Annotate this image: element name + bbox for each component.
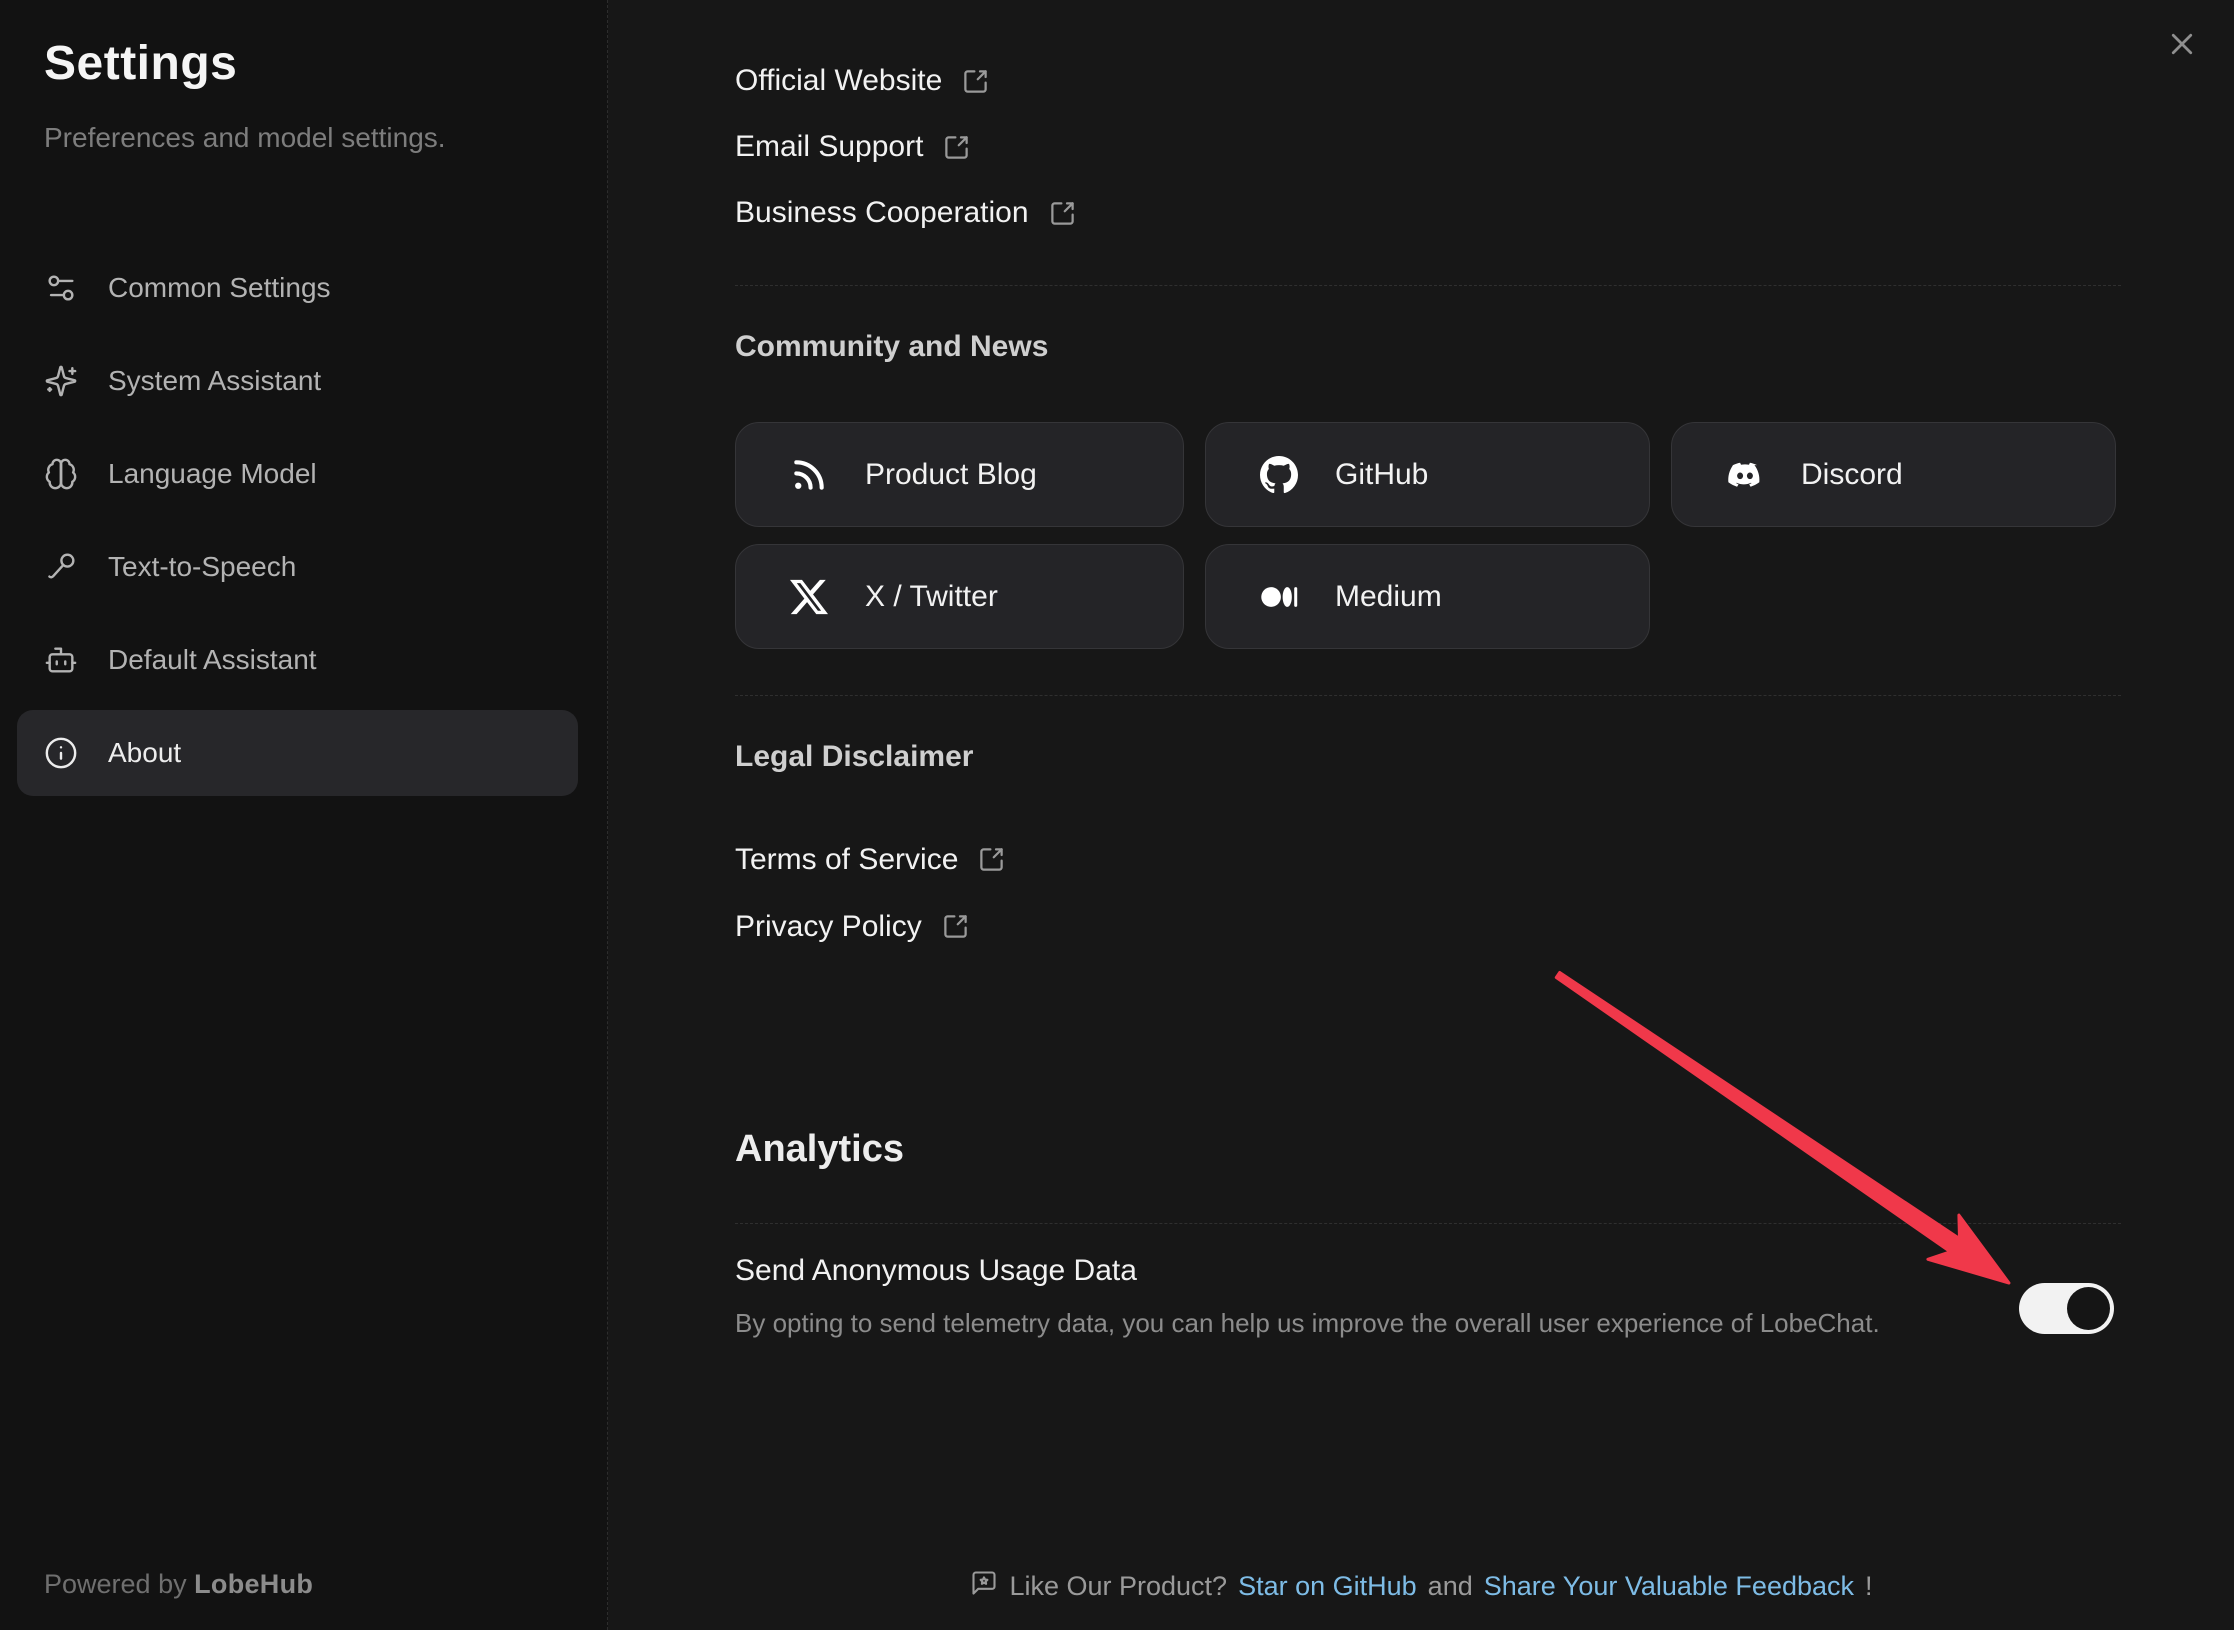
github-button[interactable]: GitHub <box>1205 422 1650 527</box>
sidebar-item-system-assistant[interactable]: System Assistant <box>17 338 578 424</box>
button-label: GitHub <box>1335 458 1428 492</box>
close-icon <box>2167 29 2197 64</box>
sidebar-item-label: Language Model <box>108 458 317 490</box>
footer-text-prefix: Like Our Product? <box>1009 1571 1227 1602</box>
terms-of-service-link[interactable]: Terms of Service <box>735 826 1005 893</box>
x-icon <box>789 577 829 617</box>
divider <box>735 285 2121 286</box>
analytics-heading: Analytics <box>735 1128 904 1171</box>
info-icon <box>44 736 78 770</box>
usage-data-description: By opting to send telemetry data, you ca… <box>735 1308 1880 1339</box>
sidebar-menu: Common Settings System Assistant Languag… <box>17 245 578 796</box>
share-feedback-link[interactable]: Share Your Valuable Feedback <box>1484 1571 1854 1602</box>
divider <box>735 1223 2121 1224</box>
link-label: Business Cooperation <box>735 196 1029 230</box>
sidebar-item-text-to-speech[interactable]: Text-to-Speech <box>17 524 578 610</box>
about-content: Contact Us Official Website Email Suppor… <box>735 0 2121 1630</box>
official-website-link[interactable]: Official Website <box>735 48 1076 114</box>
external-link-icon <box>978 846 1005 873</box>
about-panel: Contact Us Official Website Email Suppor… <box>609 0 2234 1630</box>
external-link-icon <box>1049 200 1076 227</box>
powered-by: Powered by LobeHub <box>44 1569 313 1600</box>
sidebar-item-label: Common Settings <box>108 272 331 304</box>
privacy-policy-link[interactable]: Privacy Policy <box>735 893 1005 960</box>
close-button[interactable] <box>2164 28 2200 64</box>
link-label: Privacy Policy <box>735 910 922 944</box>
button-label: Product Blog <box>865 458 1037 492</box>
page-subtitle: Preferences and model settings. <box>44 122 446 154</box>
sidebar-item-common-settings[interactable]: Common Settings <box>17 245 578 331</box>
footer-text-suffix: ! <box>1865 1571 1873 1602</box>
feedback-footer: Like Our Product? Star on GitHub and Sha… <box>609 1569 2234 1604</box>
discord-icon <box>1725 455 1765 495</box>
medium-button[interactable]: Medium <box>1205 544 1650 649</box>
sidebar-item-default-assistant[interactable]: Default Assistant <box>17 617 578 703</box>
external-link-icon <box>942 913 969 940</box>
button-label: X / Twitter <box>865 580 998 614</box>
usage-data-label: Send Anonymous Usage Data <box>735 1254 1137 1288</box>
footer-text-and: and <box>1428 1571 1473 1602</box>
external-link-icon <box>943 134 970 161</box>
mic-icon <box>44 550 78 584</box>
sidebar-item-label: Text-to-Speech <box>108 551 296 583</box>
settings-window: Settings Preferences and model settings.… <box>0 0 2234 1630</box>
usage-data-toggle[interactable] <box>2019 1283 2114 1334</box>
sidebar-item-label: Default Assistant <box>108 644 317 676</box>
external-link-icon <box>962 68 989 95</box>
link-label: Terms of Service <box>735 843 958 877</box>
community-heading: Community and News <box>735 330 1048 364</box>
settings-sidebar: Settings Preferences and model settings.… <box>0 0 608 1630</box>
business-cooperation-link[interactable]: Business Cooperation <box>735 180 1076 246</box>
brain-icon <box>44 457 78 491</box>
link-label: Official Website <box>735 64 942 98</box>
feedback-bubble-icon <box>970 1569 998 1604</box>
github-icon <box>1259 455 1299 495</box>
brand-logo: LobeHub <box>194 1569 313 1599</box>
bot-icon <box>44 643 78 677</box>
legal-links: Terms of Service Privacy Policy <box>735 826 1005 960</box>
rss-icon <box>789 455 829 495</box>
community-buttons: Product Blog GitHub Discord <box>735 422 2116 649</box>
product-blog-button[interactable]: Product Blog <box>735 422 1184 527</box>
legal-heading: Legal Disclaimer <box>735 740 973 774</box>
sidebar-item-about[interactable]: About <box>17 710 578 796</box>
sparkles-icon <box>44 364 78 398</box>
divider <box>735 695 2121 696</box>
star-on-github-link[interactable]: Star on GitHub <box>1238 1571 1417 1602</box>
powered-by-text: Powered by <box>44 1569 187 1599</box>
link-label: Email Support <box>735 130 923 164</box>
email-support-link[interactable]: Email Support <box>735 114 1076 180</box>
contact-links: Official Website Email Support Business … <box>735 48 1076 246</box>
sidebar-item-language-model[interactable]: Language Model <box>17 431 578 517</box>
button-label: Discord <box>1801 458 1903 492</box>
sidebar-item-label: About <box>108 737 181 769</box>
sliders-icon <box>44 271 78 305</box>
medium-icon <box>1259 577 1299 617</box>
x-twitter-button[interactable]: X / Twitter <box>735 544 1184 649</box>
sidebar-item-label: System Assistant <box>108 365 321 397</box>
button-label: Medium <box>1335 580 1442 614</box>
toggle-knob <box>2067 1287 2110 1330</box>
discord-button[interactable]: Discord <box>1671 422 2116 527</box>
page-title: Settings <box>44 36 237 91</box>
